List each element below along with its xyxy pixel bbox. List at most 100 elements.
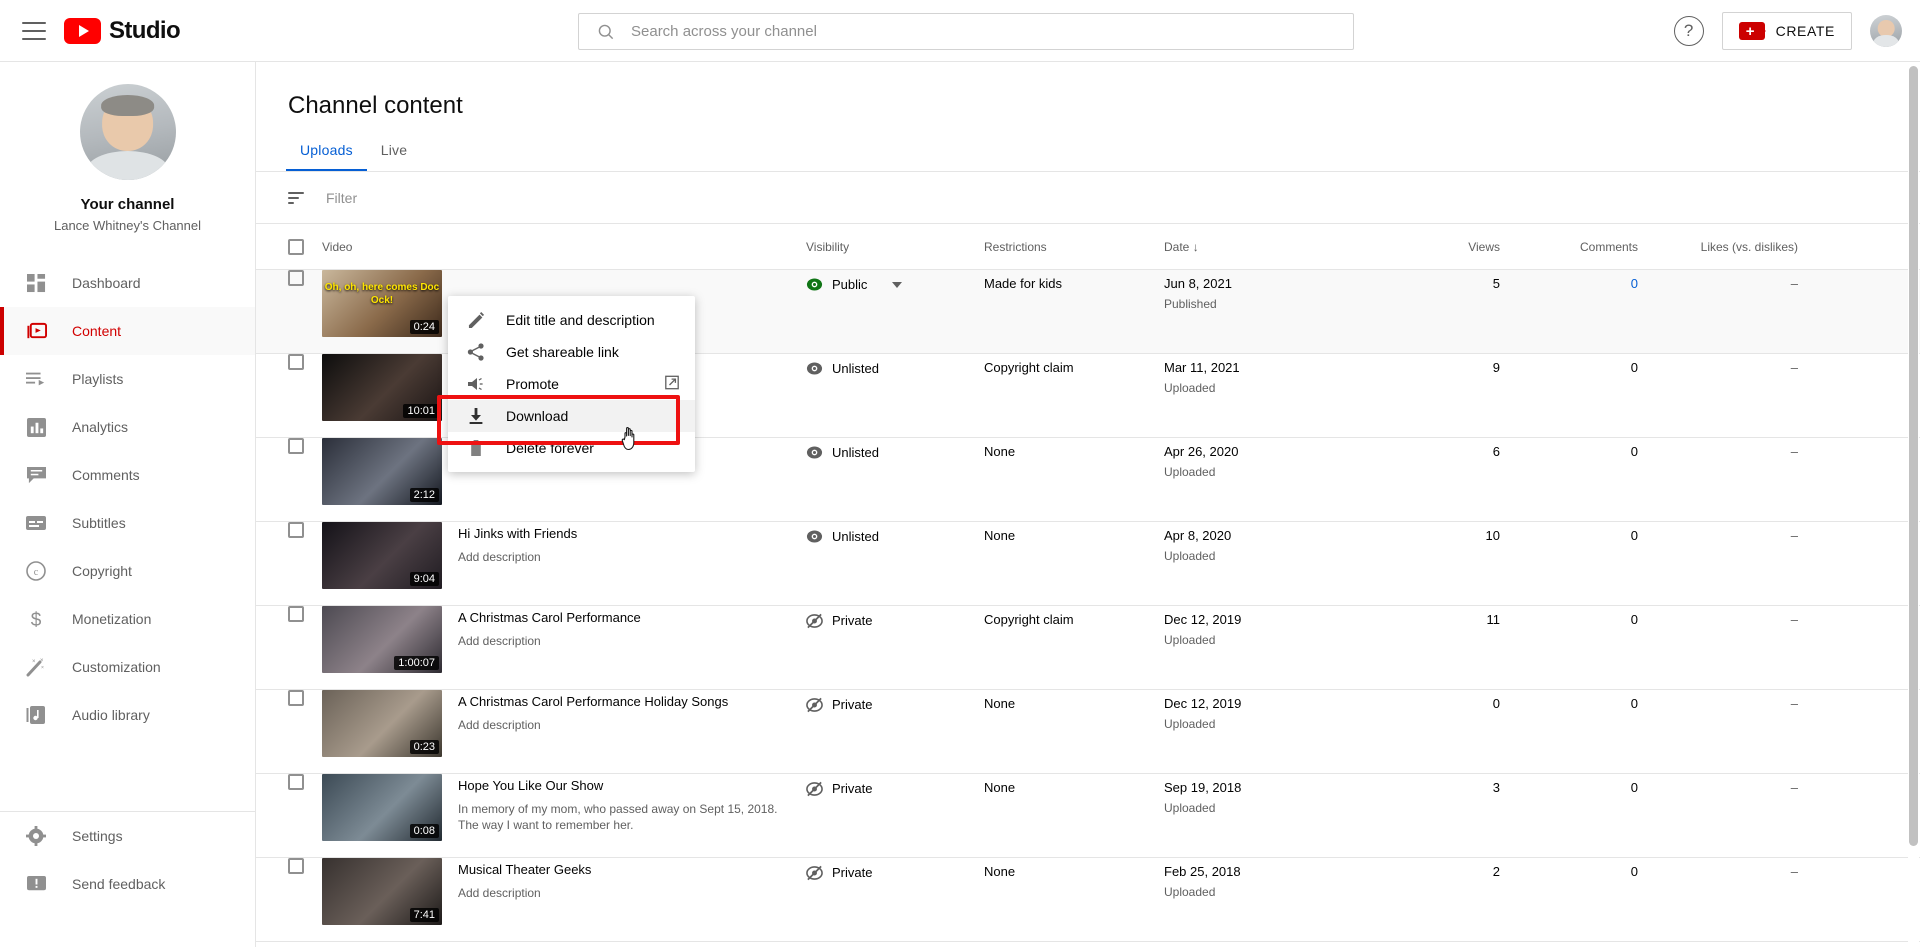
restrictions-cell: Copyright claim: [984, 360, 1074, 375]
eye-unlisted-icon: [806, 444, 823, 461]
menu-item-edit-title-and-description[interactable]: Edit title and description: [448, 304, 695, 336]
video-title[interactable]: A Christmas Carol Performance Holiday So…: [458, 694, 728, 711]
video-duration: 9:04: [409, 572, 439, 586]
video-cell: 1:00:07 A Christmas Carol Performance Add …: [322, 606, 806, 673]
row-checkbox[interactable]: [288, 690, 322, 706]
visibility-cell: Private: [806, 690, 984, 713]
hamburger-icon[interactable]: [22, 21, 46, 40]
video-thumbnail[interactable]: 0:23: [322, 690, 442, 757]
video-cell: 9:04 Hi Jinks with Friends Add description: [322, 522, 806, 589]
row-checkbox[interactable]: [288, 270, 322, 286]
video-meta: Hi Jinks with Friends Add description: [458, 522, 577, 589]
menu-item-download[interactable]: Download: [448, 400, 695, 432]
table-row[interactable]: 1:00:07 A Christmas Carol Performance Add …: [256, 606, 1920, 690]
video-thumbnail[interactable]: 9:04: [322, 522, 442, 589]
sidebar-item-send-feedback[interactable]: Send feedback: [0, 860, 255, 908]
video-duration: 1:00:07: [394, 656, 439, 670]
video-thumbnail[interactable]: 7:41: [322, 858, 442, 925]
sidebar-item-analytics[interactable]: Analytics: [0, 403, 255, 451]
video-cell: 0:08 Hope You Like Our Show In memory of m…: [322, 774, 806, 841]
row-checkbox[interactable]: [288, 354, 322, 370]
video-description[interactable]: In memory of my mom, who passed away on …: [458, 801, 788, 833]
comments-cell: 0: [1630, 360, 1638, 375]
sidebar-item-monetization[interactable]: $ Monetization: [0, 595, 255, 643]
filter-icon[interactable]: [288, 191, 304, 204]
search-bar[interactable]: [578, 13, 1354, 50]
likes-cell: –: [1790, 444, 1798, 459]
column-header-date[interactable]: Date ↓: [1164, 240, 1388, 254]
date-value: Jun 8, 2021: [1164, 276, 1232, 291]
views-cell: 9: [1492, 360, 1500, 375]
video-title[interactable]: Musical Theater Geeks: [458, 862, 591, 879]
sidebar-item-audio-library[interactable]: Audio library: [0, 691, 255, 739]
table-row[interactable]: 0:23 A Christmas Carol Performance Holida…: [256, 690, 1920, 774]
download-icon: [464, 404, 488, 428]
date-status: Uploaded: [1164, 633, 1216, 647]
video-description[interactable]: Add description: [458, 885, 591, 901]
sidebar-item-dashboard[interactable]: Dashboard: [0, 259, 255, 307]
video-title[interactable]: Hope You Like Our Show: [458, 778, 788, 795]
account-avatar[interactable]: [1870, 15, 1902, 47]
visibility-dropdown-caret[interactable]: [892, 281, 903, 288]
video-thumbnail[interactable]: Oh, oh, here comes Doc Ock! 0:24: [322, 270, 442, 337]
scrollbar-thumb[interactable]: [1909, 66, 1918, 846]
vertical-scrollbar[interactable]: [1908, 64, 1919, 947]
comments-cell[interactable]: 0: [1500, 270, 1638, 291]
row-checkbox[interactable]: [288, 774, 322, 790]
menu-item-delete-forever[interactable]: Delete forever: [448, 432, 695, 464]
likes-cell: –: [1790, 612, 1798, 627]
video-title[interactable]: A Christmas Carol Performance: [458, 610, 641, 627]
trash-icon: [464, 436, 488, 460]
row-checkbox[interactable]: [288, 438, 322, 454]
visibility-label: Unlisted: [832, 445, 879, 460]
studio-logo[interactable]: Studio: [64, 17, 181, 45]
video-thumbnail[interactable]: 1:00:07: [322, 606, 442, 673]
visibility-cell: Unlisted: [806, 354, 984, 377]
sidebar-item-playlists[interactable]: Playlists: [0, 355, 255, 403]
video-cell: 0:23 A Christmas Carol Performance Holida…: [322, 690, 806, 757]
row-checkbox[interactable]: [288, 522, 322, 538]
sidebar-item-label: Comments: [72, 467, 140, 483]
filter-input[interactable]: [326, 189, 726, 206]
table-row[interactable]: 7:41 Musical Theater Geeks Add description…: [256, 858, 1920, 942]
tab-live[interactable]: Live: [367, 142, 421, 171]
menu-item-promote[interactable]: Promote: [448, 368, 695, 400]
create-button[interactable]: + CREATE: [1721, 12, 1852, 50]
video-thumbnail[interactable]: 10:01: [322, 354, 442, 421]
visibility-label: Private: [832, 865, 873, 880]
tab-uploads[interactable]: Uploads: [286, 142, 367, 171]
video-description[interactable]: Add description: [458, 633, 641, 649]
channel-avatar[interactable]: [79, 84, 176, 180]
table-row[interactable]: 0:08 Hope You Like Our Show In memory of m…: [256, 774, 1920, 858]
column-header-restrictions: Restrictions: [984, 239, 1047, 254]
table-row[interactable]: 9:04 Hi Jinks with Friends Add description…: [256, 522, 1920, 606]
video-description[interactable]: Add description: [458, 549, 577, 565]
row-checkbox[interactable]: [288, 606, 322, 622]
select-all-checkbox[interactable]: [288, 238, 322, 255]
sidebar-item-customization[interactable]: × × × Customization: [0, 643, 255, 691]
likes-cell: –: [1790, 696, 1798, 711]
video-title[interactable]: Hi Jinks with Friends: [458, 526, 577, 543]
search-input[interactable]: [631, 23, 1321, 40]
video-thumbnail[interactable]: 0:08: [322, 774, 442, 841]
dollar-icon: $: [24, 607, 48, 631]
external-link-icon: [665, 375, 679, 393]
date-cell: Apr 26, 2020 Uploaded: [1164, 438, 1388, 479]
sidebar-item-copyright[interactable]: c Copyright: [0, 547, 255, 595]
date-status: Uploaded: [1164, 717, 1216, 731]
menu-item-get-shareable-link[interactable]: Get shareable link: [448, 336, 695, 368]
sidebar-item-label: Send feedback: [72, 876, 166, 892]
sidebar-item-settings[interactable]: Settings: [0, 812, 255, 860]
video-description[interactable]: Add description: [458, 717, 728, 733]
row-checkbox[interactable]: [288, 858, 322, 874]
sidebar-item-comments[interactable]: Comments: [0, 451, 255, 499]
share-icon: [464, 340, 488, 364]
video-thumbnail[interactable]: 2:12: [322, 438, 442, 505]
help-icon[interactable]: ?: [1673, 16, 1704, 46]
date-value: Apr 8, 2020: [1164, 528, 1232, 543]
sidebar-item-subtitles[interactable]: Subtitles: [0, 499, 255, 547]
create-button-label: CREATE: [1775, 23, 1835, 39]
sidebar-item-content[interactable]: Content: [0, 307, 255, 355]
views-cell: 10: [1485, 528, 1500, 543]
sidebar-item-label: Subtitles: [72, 515, 126, 531]
